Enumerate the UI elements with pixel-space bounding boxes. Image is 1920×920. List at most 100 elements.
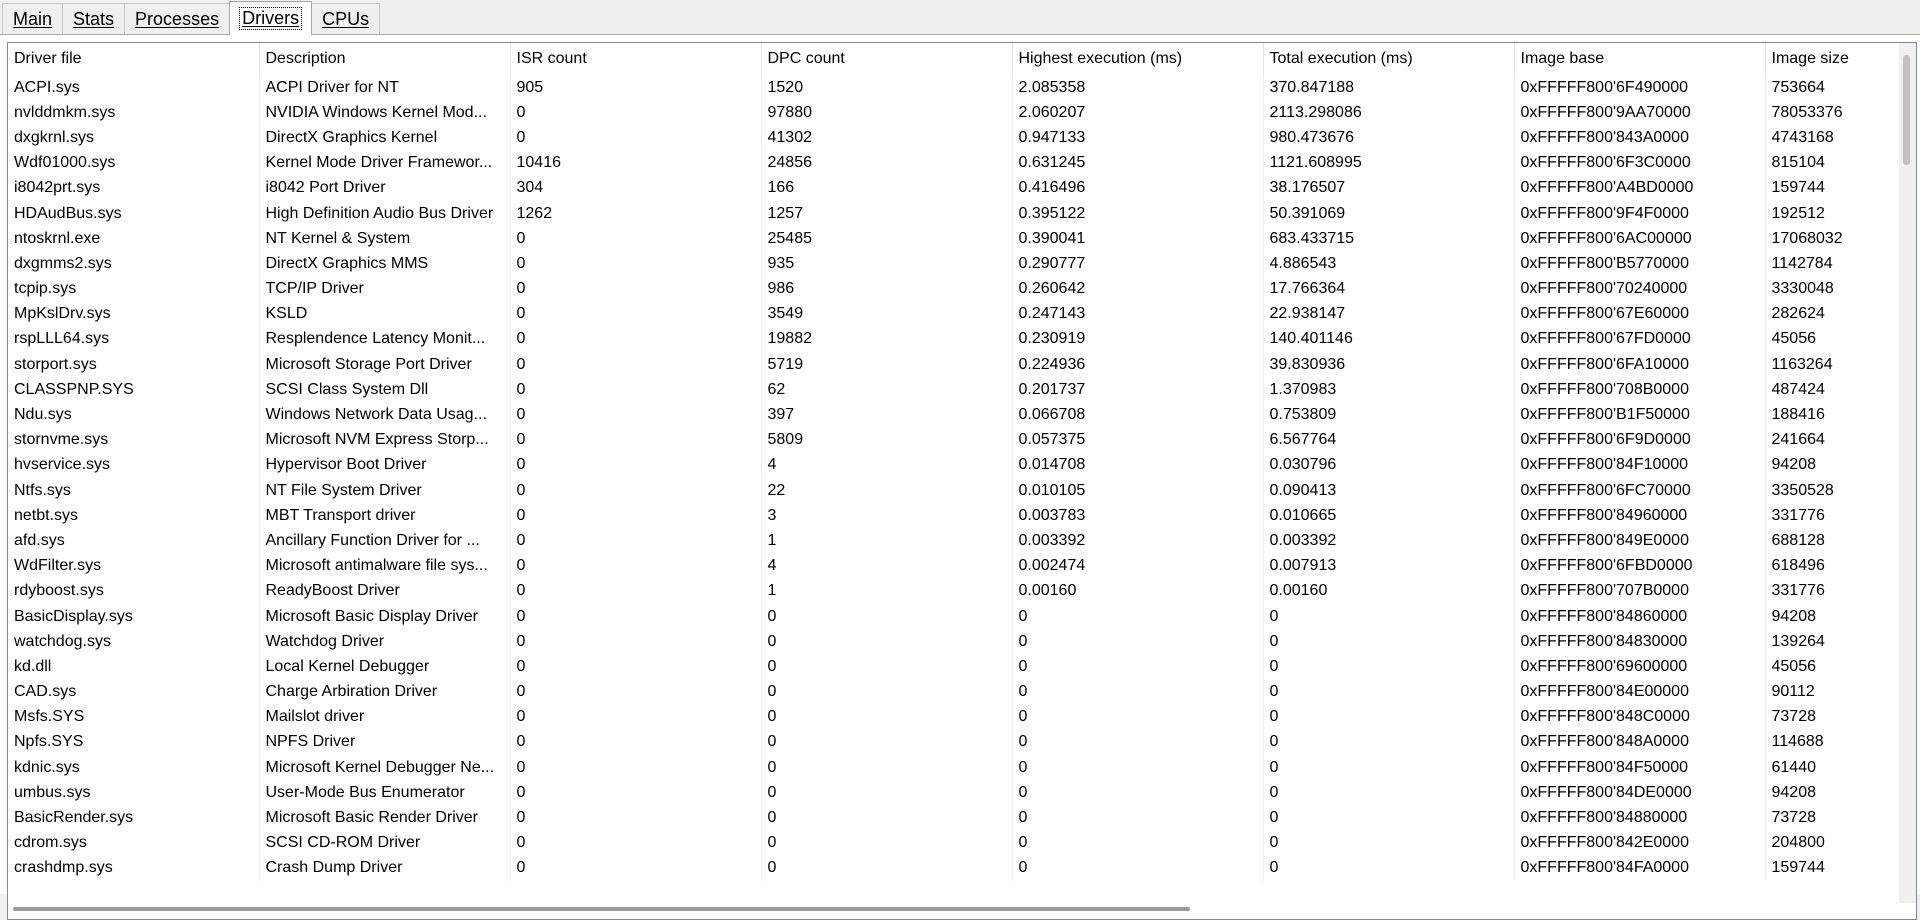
- isr-count-cell: 0: [510, 855, 762, 881]
- column-header-driver-file[interactable]: Driver file: [8, 43, 260, 75]
- driver-file-cell: HDAudBus.sys: [8, 200, 260, 227]
- table-row[interactable]: CLASSPNP.SYS SCSI Class System Dll 0 62 0.20…: [8, 377, 1911, 403]
- isr-count-cell: 0: [510, 704, 762, 730]
- description-cell: Local Kernel Debugger: [259, 654, 511, 680]
- dpc-count-cell: 3549: [761, 301, 1013, 327]
- table-row[interactable]: i8042prt.sys i8042 Port Driver 304 166 0.416…: [8, 175, 1911, 201]
- column-header-highest-execution[interactable]: Highest execution (ms): [1012, 43, 1264, 75]
- column-header-image-base[interactable]: Image base: [1514, 43, 1766, 75]
- table-row[interactable]: Npfs.SYS NPFS Driver 0 0 0 0 0xFFFFF800'848A00…: [8, 729, 1911, 756]
- tab-main[interactable]: Main: [2, 3, 64, 35]
- table-row[interactable]: cdrom.sys SCSI CD-ROM Driver 0 0 0 0 0xFFFFF80…: [8, 830, 1911, 856]
- image-base-cell: 0xFFFFF800'B5770000: [1514, 251, 1766, 277]
- tab-cpus[interactable]: CPUs: [311, 3, 381, 35]
- column-header-dpc-count[interactable]: DPC count: [761, 43, 1013, 75]
- dpc-count-cell: 0: [761, 755, 1013, 781]
- image-base-cell: 0xFFFFF800'842E0000: [1514, 830, 1766, 856]
- tab-drivers[interactable]: Drivers: [229, 1, 313, 35]
- horizontal-scrollbar[interactable]: [7, 904, 1900, 914]
- table-row[interactable]: crashdmp.sys Crash Dump Driver 0 0 0 0 0xFFFFF…: [8, 855, 1911, 881]
- highest-execution-cell: 2.085358: [1012, 75, 1264, 101]
- table-row[interactable]: hvservice.sys Hypervisor Boot Driver 0 4 0.0…: [8, 452, 1911, 478]
- total-execution-cell: 0: [1263, 780, 1515, 806]
- tab-processes[interactable]: Processes: [124, 3, 231, 35]
- table-row[interactable]: stornvme.sys Microsoft NVM Express Storp.…: [8, 427, 1911, 453]
- description-cell: Microsoft antimalware file sys...: [259, 553, 511, 579]
- table-row[interactable]: BasicRender.sys Microsoft Basic Render Dr…: [8, 805, 1911, 831]
- image-base-cell: 0xFFFFF800'9AA70000: [1514, 100, 1766, 126]
- description-cell: Microsoft Storage Port Driver: [259, 352, 511, 378]
- image-size-cell: 688128: [1765, 528, 1911, 554]
- total-execution-cell: 17.766364: [1263, 276, 1515, 302]
- table-row[interactable]: afd.sys Ancillary Function Driver for ...…: [8, 528, 1911, 554]
- table-row[interactable]: dxgmms2.sys DirectX Graphics MMS 0 935 0.290…: [8, 251, 1911, 277]
- driver-file-cell: crashdmp.sys: [8, 855, 260, 881]
- drivers-list[interactable]: Driver file Description ISR count DPC co…: [7, 42, 1917, 920]
- table-row[interactable]: Wdf01000.sys Kernel Mode Driver Framewor.…: [8, 150, 1911, 176]
- highest-execution-cell: 0: [1012, 654, 1264, 680]
- table-row[interactable]: kdnic.sys Microsoft Kernel Debugger Ne...…: [8, 755, 1911, 781]
- column-header-isr-count[interactable]: ISR count: [510, 43, 762, 75]
- column-header-description[interactable]: Description: [259, 43, 511, 75]
- image-size-cell: 94208: [1765, 780, 1911, 806]
- driver-file-cell: ACPI.sys: [8, 75, 260, 101]
- isr-count-cell: 0: [510, 100, 762, 126]
- tab-stats[interactable]: Stats: [62, 3, 126, 35]
- highest-execution-cell: 0.003392: [1012, 528, 1264, 554]
- driver-file-cell: CLASSPNP.SYS: [8, 377, 260, 403]
- dpc-count-cell: 5719: [761, 352, 1013, 378]
- image-size-cell: 192512: [1765, 200, 1911, 227]
- table-row[interactable]: ACPI.sys ACPI Driver for NT 905 1520 2.08535…: [8, 75, 1911, 101]
- dpc-count-cell: 5809: [761, 427, 1013, 453]
- table-row[interactable]: umbus.sys User-Mode Bus Enumerator 0 0 0 0 0xF…: [8, 780, 1911, 806]
- table-row[interactable]: CAD.sys Charge Arbiration Driver 0 0 0 0 0xFFF…: [8, 679, 1911, 705]
- vertical-scroll-thumb[interactable]: [1903, 55, 1910, 165]
- table-row[interactable]: BasicDisplay.sys Microsoft Basic Display …: [8, 603, 1911, 630]
- column-header-total-execution[interactable]: Total execution (ms): [1263, 43, 1515, 75]
- description-cell: Charge Arbiration Driver: [259, 679, 511, 705]
- isr-count-cell: 0: [510, 603, 762, 630]
- highest-execution-cell: 0: [1012, 679, 1264, 705]
- table-row[interactable]: netbt.sys MBT Transport driver 0 3 0.003783 0…: [8, 503, 1911, 529]
- column-header-image-size[interactable]: Image size: [1765, 43, 1911, 75]
- table-row[interactable]: rspLLL64.sys Resplendence Latency Monit..…: [8, 326, 1911, 353]
- table-row[interactable]: HDAudBus.sys High Definition Audio Bus Dr…: [8, 200, 1911, 227]
- dpc-count-cell: 0: [761, 603, 1013, 630]
- isr-count-cell: 0: [510, 352, 762, 378]
- isr-count-cell: 0: [510, 654, 762, 680]
- horizontal-scroll-thumb[interactable]: [13, 907, 1190, 911]
- table-row[interactable]: watchdog.sys Watchdog Driver 0 0 0 0 0xFFFFF80…: [8, 629, 1911, 655]
- vertical-scrollbar[interactable]: [1899, 43, 1916, 903]
- table-row[interactable]: WdFilter.sys Microsoft antimalware file s…: [8, 553, 1911, 579]
- isr-count-cell: 0: [510, 755, 762, 781]
- table-row[interactable]: Ntfs.sys NT File System Driver 0 22 0.010105…: [8, 478, 1911, 504]
- drivers-panel: Driver file Description ISR count DPC co…: [0, 34, 1920, 920]
- image-size-cell: 94208: [1765, 603, 1911, 630]
- table-row[interactable]: dxgkrnl.sys DirectX Graphics Kernel 0 41302…: [8, 125, 1911, 151]
- description-cell: DirectX Graphics MMS: [259, 251, 511, 277]
- table-row[interactable]: Ndu.sys Windows Network Data Usag... 0 397 0…: [8, 402, 1911, 428]
- description-cell: DirectX Graphics Kernel: [259, 125, 511, 151]
- table-row[interactable]: kd.dll Local Kernel Debugger 0 0 0 0 0xFFFFF80…: [8, 654, 1911, 680]
- isr-count-cell: 0: [510, 452, 762, 478]
- table-row[interactable]: rdyboost.sys ReadyBoost Driver 0 1 0.00160 0.…: [8, 578, 1911, 604]
- description-cell: Microsoft NVM Express Storp...: [259, 427, 511, 453]
- total-execution-cell: 370.847188: [1263, 75, 1515, 101]
- driver-file-cell: WdFilter.sys: [8, 553, 260, 579]
- total-execution-cell: 6.567764: [1263, 427, 1515, 453]
- image-base-cell: 0xFFFFF800'707B0000: [1514, 578, 1766, 604]
- table-row[interactable]: tcpip.sys TCP/IP Driver 0 986 0.260642 17.766…: [8, 276, 1911, 302]
- table-row[interactable]: Msfs.SYS Mailslot driver 0 0 0 0 0xFFFFF800'84…: [8, 704, 1911, 730]
- image-base-cell: 0xFFFFF800'84860000: [1514, 603, 1766, 630]
- image-base-cell: 0xFFFFF800'70240000: [1514, 276, 1766, 302]
- highest-execution-cell: 0.230919: [1012, 326, 1264, 353]
- driver-file-cell: kd.dll: [8, 654, 260, 680]
- total-execution-cell: 0: [1263, 830, 1515, 856]
- isr-count-cell: 0: [510, 478, 762, 504]
- table-row[interactable]: ntoskrnl.exe NT Kernel & System 0 25485 0.39…: [8, 226, 1911, 252]
- image-size-cell: 1163264: [1765, 352, 1911, 378]
- table-row[interactable]: nvlddmkm.sys NVIDIA Windows Kernel Mod...…: [8, 100, 1911, 126]
- total-execution-cell: 0.00160: [1263, 578, 1515, 604]
- table-row[interactable]: storport.sys Microsoft Storage Port Drive…: [8, 352, 1911, 378]
- table-row[interactable]: MpKslDrv.sys KSLD 0 3549 0.247143 22.938147 0x…: [8, 301, 1911, 327]
